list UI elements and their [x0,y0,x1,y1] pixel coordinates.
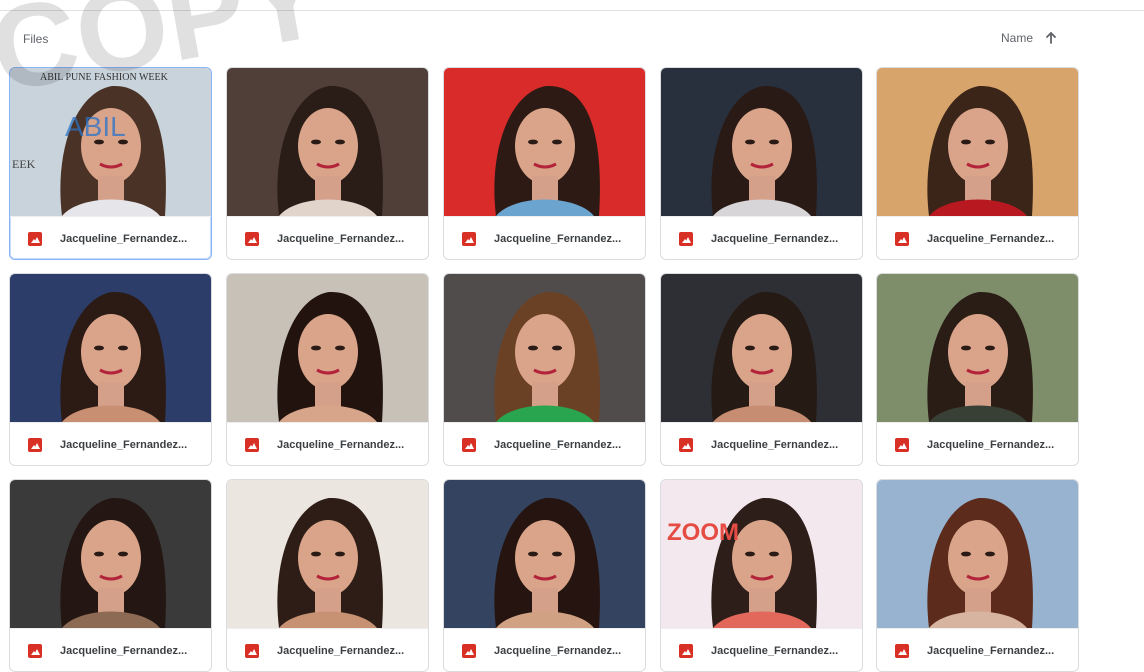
file-card[interactable]: Jacqueline_Fernandez... [226,67,429,260]
file-name: Jacqueline_Fernandez... [60,232,188,245]
files-section-title: Files [23,32,49,46]
image-file-icon [245,231,259,246]
thumbnail-image [444,68,645,216]
file-name: Jacqueline_Fernandez... [494,438,622,451]
thumbnail-image [444,480,645,628]
thumbnail-image: ABIL PUNE FASHION WEEK ABIL EEK [10,68,211,216]
svg-text:ABIL: ABIL [65,111,126,142]
svg-text:EEK: EEK [12,157,36,171]
image-file-icon [895,643,909,658]
file-thumbnail: ZOOM [661,480,862,628]
sort-label: Name [1001,31,1034,45]
file-card[interactable]: Jacqueline_Fernandez... [876,273,1079,466]
file-thumbnail [444,480,645,628]
file-card-footer: Jacqueline_Fernandez... [877,628,1078,671]
file-card-footer: Jacqueline_Fernandez... [10,422,211,465]
file-name: Jacqueline_Fernandez... [927,644,1055,657]
file-thumbnail [227,274,428,422]
file-card-footer: Jacqueline_Fernandez... [661,628,862,671]
image-file-icon [679,231,693,246]
file-card-footer: Jacqueline_Fernandez... [227,628,428,671]
file-thumbnail [444,68,645,216]
file-name: Jacqueline_Fernandez... [927,438,1055,451]
file-thumbnail [10,274,211,422]
file-card[interactable]: Jacqueline_Fernandez... [660,273,863,466]
image-file-icon [462,437,476,452]
file-card-footer: Jacqueline_Fernandez... [227,216,428,259]
file-card[interactable]: ZOOM Jacqueline_Fernandez... [660,479,863,672]
file-name: Jacqueline_Fernandez... [711,644,839,657]
file-thumbnail [877,68,1078,216]
file-card[interactable]: Jacqueline_Fernandez... [876,67,1079,260]
image-file-icon [245,437,259,452]
file-card-footer: Jacqueline_Fernandez... [444,216,645,259]
file-card[interactable]: Jacqueline_Fernandez... [876,479,1079,672]
file-name: Jacqueline_Fernandez... [60,644,188,657]
file-name: Jacqueline_Fernandez... [60,438,188,451]
thumbnail-image [227,480,428,628]
thumbnail-image [661,68,862,216]
file-card-footer: Jacqueline_Fernandez... [661,216,862,259]
file-card[interactable]: Jacqueline_Fernandez... [9,479,212,672]
file-card-footer: Jacqueline_Fernandez... [444,422,645,465]
image-file-icon [462,231,476,246]
file-thumbnail [227,480,428,628]
file-card[interactable]: Jacqueline_Fernandez... [226,273,429,466]
arrow-up-icon [1043,30,1059,46]
file-name: Jacqueline_Fernandez... [277,644,405,657]
image-file-icon [679,437,693,452]
file-card[interactable]: Jacqueline_Fernandez... [443,479,646,672]
file-thumbnail [10,480,211,628]
image-file-icon [28,437,42,452]
file-thumbnail [661,68,862,216]
file-card-footer: Jacqueline_Fernandez... [661,422,862,465]
file-card[interactable]: Jacqueline_Fernandez... [226,479,429,672]
file-card-footer: Jacqueline_Fernandez... [877,422,1078,465]
thumbnail-image: ZOOM [661,480,862,628]
file-thumbnail [227,68,428,216]
file-thumbnail: ABIL PUNE FASHION WEEK ABIL EEK [10,68,211,216]
image-file-icon [245,643,259,658]
image-file-icon [462,643,476,658]
file-thumbnail [877,274,1078,422]
file-card-footer: Jacqueline_Fernandez... [227,422,428,465]
svg-text:ABIL PUNE FASHION WEEK: ABIL PUNE FASHION WEEK [40,72,169,83]
thumbnail-image [444,274,645,422]
file-name: Jacqueline_Fernandez... [277,438,405,451]
file-card[interactable]: Jacqueline_Fernandez... [9,273,212,466]
file-thumbnail [661,274,862,422]
image-file-icon [895,231,909,246]
image-file-icon [28,231,42,246]
file-card-footer: Jacqueline_Fernandez... [10,216,211,259]
file-thumbnail [877,480,1078,628]
image-file-icon [679,643,693,658]
sort-control[interactable]: Name [1001,30,1059,46]
file-card[interactable]: Jacqueline_Fernandez... [660,67,863,260]
file-card[interactable]: Jacqueline_Fernandez... [443,67,646,260]
file-name: Jacqueline_Fernandez... [494,644,622,657]
file-card[interactable]: Jacqueline_Fernandez... [443,273,646,466]
thumbnail-image [661,274,862,422]
file-name: Jacqueline_Fernandez... [711,438,839,451]
file-name: Jacqueline_Fernandez... [927,232,1055,245]
file-card-footer: Jacqueline_Fernandez... [444,628,645,671]
image-file-icon [895,437,909,452]
thumbnail-image [877,480,1078,628]
file-name: Jacqueline_Fernandez... [277,232,405,245]
thumbnail-image [10,480,211,628]
file-name: Jacqueline_Fernandez... [711,232,839,245]
file-card[interactable]: ABIL PUNE FASHION WEEK ABIL EEK Jacqueline_… [9,67,212,260]
thumbnail-image [10,274,211,422]
file-name: Jacqueline_Fernandez... [494,232,622,245]
thumbnail-image [227,68,428,216]
image-file-icon [28,643,42,658]
thumbnail-image [877,274,1078,422]
svg-text:ZOOM: ZOOM [667,519,739,546]
file-card-footer: Jacqueline_Fernandez... [10,628,211,671]
thumbnail-image [227,274,428,422]
file-card-footer: Jacqueline_Fernandez... [877,216,1078,259]
file-thumbnail [444,274,645,422]
toolbar-edge [0,0,1144,11]
thumbnail-image [877,68,1078,216]
